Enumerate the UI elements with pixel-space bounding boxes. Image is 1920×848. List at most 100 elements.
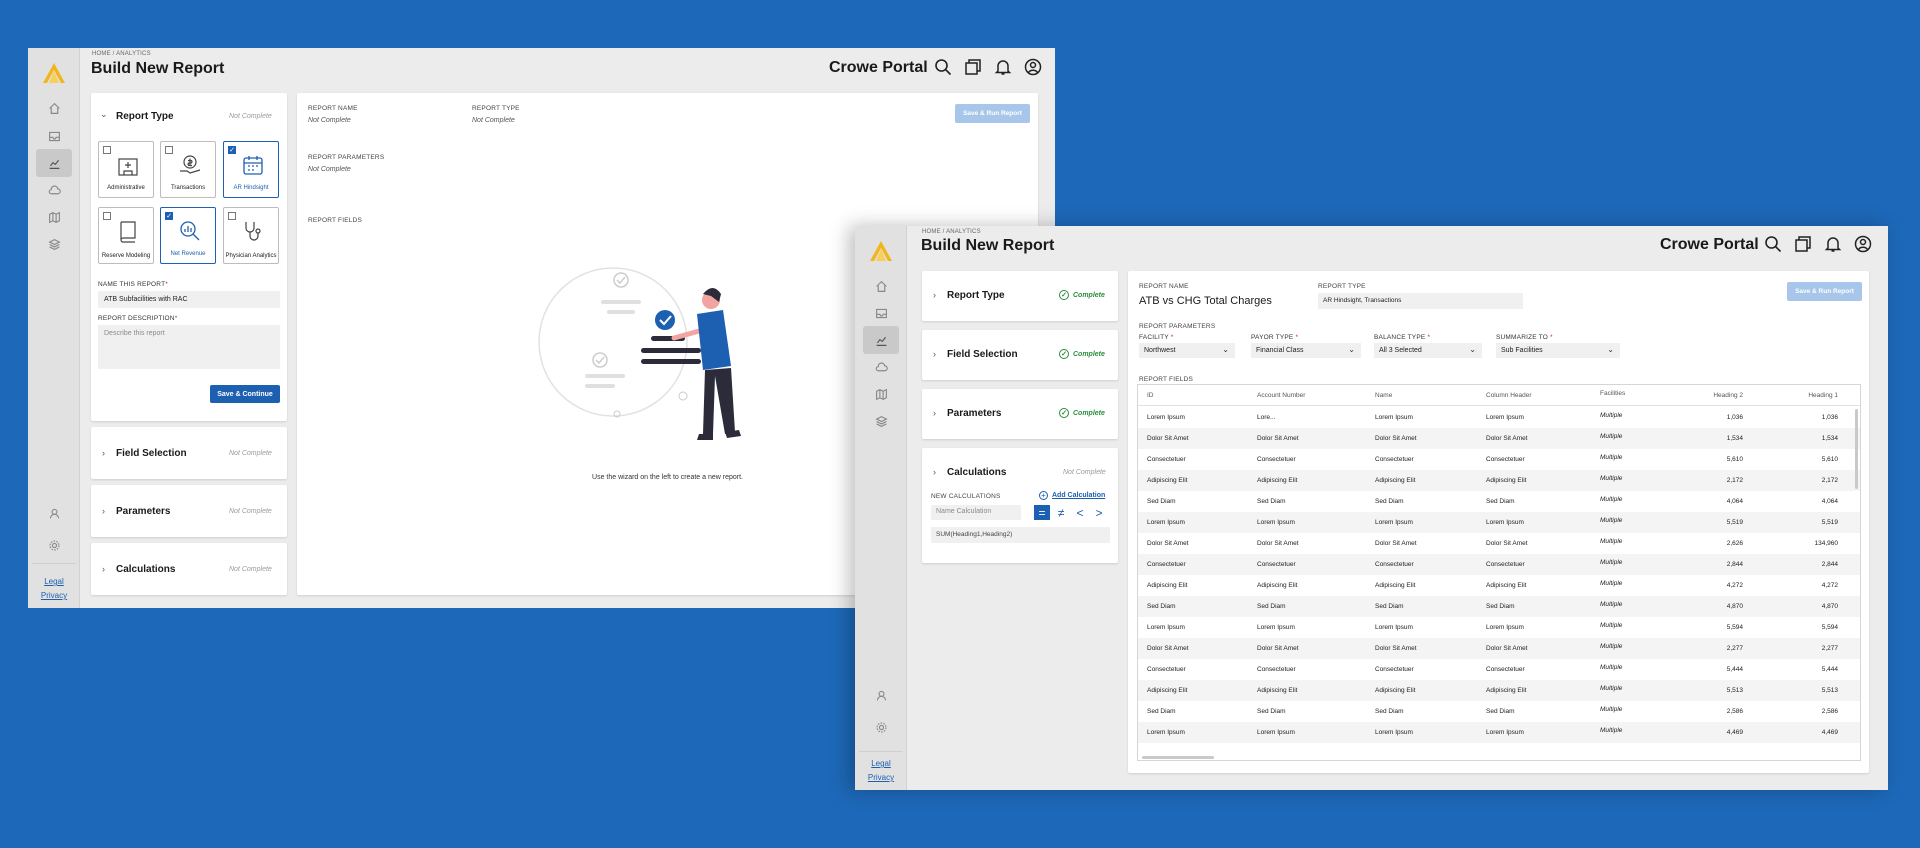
chevron-down-icon[interactable]: ⌄ (100, 109, 108, 120)
table-row[interactable]: Consectetuer Consectetuer Consectetuer Cons… (1138, 554, 1860, 575)
nav-cloud[interactable] (36, 176, 72, 204)
parameters-card[interactable]: › Parameters ✓ Complete (922, 389, 1118, 439)
privacy-link[interactable]: Privacy (855, 773, 907, 782)
less-than-operator[interactable]: < (1072, 505, 1088, 520)
report-type-title[interactable]: Report Type (116, 111, 174, 122)
formula-input[interactable]: SUM(Heading1,Heading2) (931, 527, 1110, 543)
tile-physician-analytics[interactable]: Physician Analytics (223, 207, 279, 264)
table-row[interactable]: Sed Diam Sed Diam Sed Diam Sed Diam Multiple… (1138, 596, 1860, 617)
checkbox[interactable] (165, 146, 173, 154)
balance-type-select[interactable]: All 3 Selected ⌄ (1374, 343, 1482, 358)
table-row[interactable]: Consectetuer Consectetuer Consectetuer Cons… (1138, 659, 1860, 680)
user-circle-icon[interactable] (1854, 235, 1872, 253)
table-row[interactable]: Lorem Ipsum Lorem Ipsum Lorem Ipsum Lorem I… (1138, 722, 1860, 743)
privacy-link[interactable]: Privacy (28, 591, 80, 600)
save-run-report-button[interactable]: Save & Run Report (955, 104, 1030, 123)
nav-inbox[interactable] (36, 122, 72, 150)
table-row[interactable]: Lorem Ipsum Lore... Lorem Ipsum Lorem Ipsum… (1138, 407, 1860, 428)
calculations-card[interactable]: › Calculations Not Complete (91, 543, 287, 595)
chevron-right-icon[interactable]: › (102, 564, 105, 574)
nav-map[interactable] (36, 203, 72, 231)
checkbox-checked[interactable]: ✓ (228, 146, 236, 154)
nav-inbox[interactable] (863, 299, 899, 327)
chevron-right-icon[interactable]: › (102, 448, 105, 458)
bell-icon[interactable] (1824, 235, 1842, 253)
table-row[interactable]: Adipiscing Elit Adipiscing Elit Adipiscing… (1138, 680, 1860, 701)
report-description-input[interactable]: Describe this report (98, 325, 280, 369)
cards-icon[interactable] (1794, 235, 1812, 253)
parameters-card[interactable]: › Parameters Not Complete (91, 485, 287, 537)
table-row[interactable]: Dolor Sit Amet Dolor Sit Amet Dolor Sit Am… (1138, 428, 1860, 449)
name-calculation-input[interactable]: Name Calculation (931, 505, 1021, 520)
nav-home[interactable] (863, 272, 899, 300)
payor-type-select[interactable]: Financial Class ⌄ (1251, 343, 1361, 358)
column-header[interactable]: Heading 2 (1693, 392, 1743, 399)
add-calculation-link[interactable]: + Add Calculation (1039, 491, 1105, 500)
table-row[interactable]: Sed Diam Sed Diam Sed Diam Sed Diam Multiple… (1138, 701, 1860, 722)
nav-settings[interactable] (863, 713, 899, 741)
search-icon[interactable] (1764, 235, 1782, 253)
user-circle-icon[interactable] (1024, 58, 1042, 76)
nav-home[interactable] (36, 94, 72, 122)
search-icon[interactable] (934, 58, 952, 76)
chevron-right-icon[interactable]: › (933, 290, 936, 300)
save-continue-button[interactable]: Save & Continue (210, 385, 280, 403)
tile-reserve-modeling[interactable]: Reserve Modeling (98, 207, 154, 264)
nav-cloud[interactable] (863, 353, 899, 381)
tile-ar-hindsight[interactable]: ✓ AR Hindsight (223, 141, 279, 198)
breadcrumb[interactable]: HOME / ANALYTICS (92, 51, 151, 57)
legal-link[interactable]: Legal (855, 759, 907, 768)
chevron-right-icon[interactable]: › (933, 408, 936, 418)
nav-analytics[interactable] (863, 326, 899, 354)
column-header[interactable]: Heading 1 (1788, 392, 1838, 399)
calculations-title[interactable]: Calculations (947, 467, 1006, 478)
tile-net-revenue[interactable]: ✓ Net Revenue (160, 207, 216, 264)
nav-user[interactable] (863, 681, 899, 709)
table-row[interactable]: Dolor Sit Amet Dolor Sit Amet Dolor Sit Am… (1138, 533, 1860, 554)
tile-transactions[interactable]: Transactions (160, 141, 216, 198)
column-header[interactable]: Account Number (1257, 392, 1305, 399)
chevron-right-icon[interactable]: › (102, 506, 105, 516)
field-selection-card[interactable]: › Field Selection ✓ Complete (922, 330, 1118, 380)
facility-select[interactable]: Northwest ⌄ (1139, 343, 1235, 358)
chevron-right-icon[interactable]: › (933, 349, 936, 359)
greater-than-operator[interactable]: > (1091, 505, 1107, 520)
vertical-scrollbar[interactable] (1855, 409, 1858, 489)
horizontal-scrollbar[interactable] (1142, 756, 1214, 759)
save-run-report-button[interactable]: Save & Run Report (1787, 282, 1862, 301)
column-header[interactable]: Facilities (1600, 390, 1625, 397)
not-equals-operator[interactable]: ≠ (1053, 505, 1069, 520)
table-row[interactable]: Consectetuer Consectetuer Consectetuer Cons… (1138, 449, 1860, 470)
nav-analytics[interactable] (36, 149, 72, 177)
checkbox-checked[interactable]: ✓ (165, 212, 173, 220)
table-row[interactable]: Adipiscing Elit Adipiscing Elit Adipiscing… (1138, 575, 1860, 596)
column-header[interactable]: ID (1147, 392, 1154, 399)
nav-user[interactable] (36, 499, 72, 527)
table-row[interactable]: Dolor Sit Amet Dolor Sit Amet Dolor Sit Am… (1138, 638, 1860, 659)
legal-link[interactable]: Legal (28, 577, 80, 586)
nav-map[interactable] (863, 380, 899, 408)
report-name-input[interactable]: ATB Subfacilities with RAC (98, 291, 280, 308)
checkbox[interactable] (103, 212, 111, 220)
table-row[interactable]: Lorem Ipsum Lorem Ipsum Lorem Ipsum Lorem I… (1138, 617, 1860, 638)
table-row[interactable]: Sed Diam Sed Diam Sed Diam Sed Diam Multiple… (1138, 491, 1860, 512)
cards-icon[interactable] (964, 58, 982, 76)
equals-operator[interactable]: = (1034, 505, 1050, 520)
breadcrumb[interactable]: HOME / ANALYTICS (922, 229, 981, 235)
nav-layers[interactable] (36, 230, 72, 258)
checkbox[interactable] (228, 212, 236, 220)
field-selection-card[interactable]: › Field Selection Not Complete (91, 427, 287, 479)
summarize-to-select[interactable]: Sub Facilities ⌄ (1496, 343, 1620, 358)
report-type-card[interactable]: › Report Type ✓ Complete (922, 271, 1118, 321)
bell-icon[interactable] (994, 58, 1012, 76)
tile-administrative[interactable]: Administrative (98, 141, 154, 198)
nav-layers[interactable] (863, 407, 899, 435)
checkbox[interactable] (103, 146, 111, 154)
column-header[interactable]: Name (1375, 392, 1392, 399)
nav-settings[interactable] (36, 531, 72, 559)
chevron-right-icon[interactable]: › (933, 467, 936, 477)
table-row[interactable]: Lorem Ipsum Lorem Ipsum Lorem Ipsum Lorem I… (1138, 512, 1860, 533)
report-type-value[interactable]: AR Hindsight, Transactions (1318, 293, 1523, 309)
table-row[interactable]: Adipiscing Elit Adipiscing Elit Adipiscing… (1138, 470, 1860, 491)
column-header[interactable]: Column Header (1486, 392, 1532, 399)
